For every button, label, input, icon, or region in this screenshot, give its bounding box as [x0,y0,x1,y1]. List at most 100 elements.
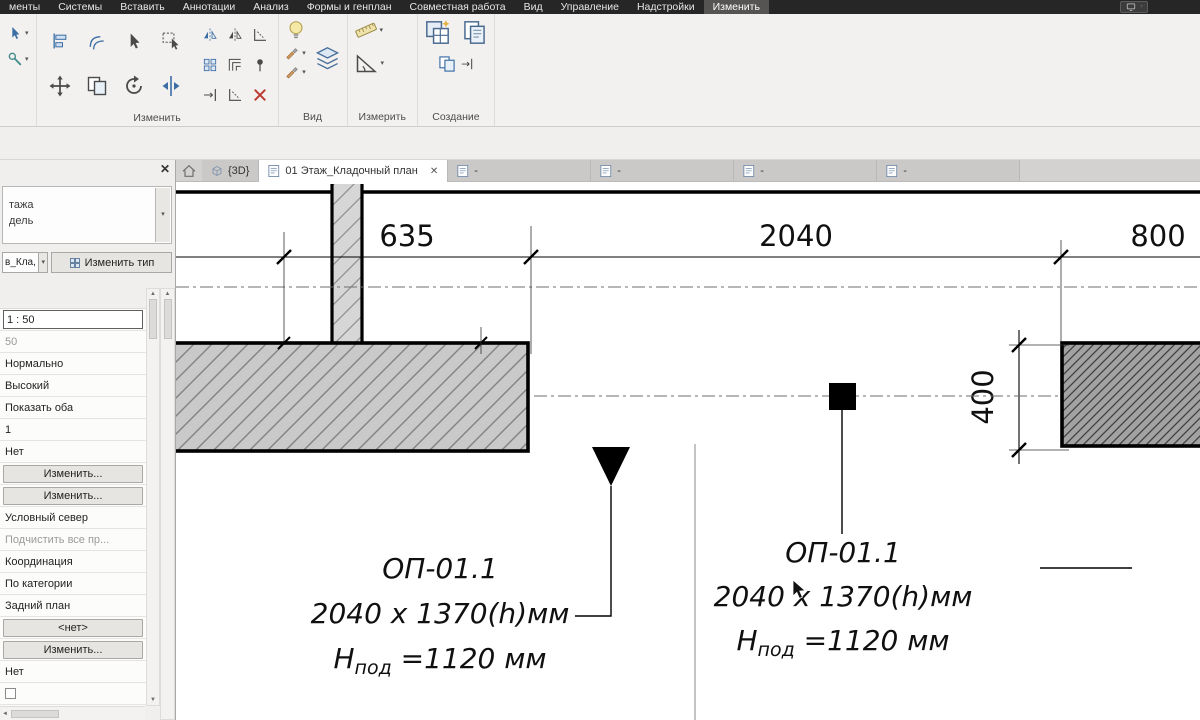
align-button[interactable] [49,30,71,52]
view-tab[interactable]: - [591,160,735,181]
cut-profile-button[interactable] [313,44,342,73]
property-row[interactable]: Нет [0,661,146,683]
view-tab[interactable]: - [877,160,1021,181]
create-similar-button[interactable] [436,53,475,75]
property-button[interactable]: Изменить... [3,464,143,483]
property-row[interactable] [0,683,146,705]
dim-text-2040[interactable]: 2040 [759,219,833,253]
ribbon-tab[interactable]: Вид [515,0,552,14]
property-row[interactable]: <нет> [0,617,146,639]
drawing-canvas[interactable]: 635 2040 800 400 ОП-01.1 2040 x 1370(h)м… [176,182,1200,720]
window-tag-left[interactable]: ОП-01.1 2040 x 1370(h)мм Нпод =1120 мм [311,552,570,679]
offset-button[interactable] [86,30,108,52]
scrollbar-thumb[interactable] [149,299,157,339]
property-row[interactable]: 1 [0,419,146,441]
property-row[interactable]: Высокий [0,375,146,397]
property-row[interactable]: Координация [0,551,146,573]
ribbon-tab[interactable]: Аннотации [174,0,245,14]
property-row[interactable]: 50 [0,331,146,353]
ribbon-tab[interactable]: Надстройки [628,0,704,14]
dim-text-400[interactable]: 400 [966,369,1000,424]
select-tool-button[interactable]: ▾ [5,24,31,42]
property-row[interactable]: Нет [0,441,146,463]
dim-text-800[interactable]: 800 [1130,219,1185,253]
ribbon-tab[interactable]: Совместная работа [401,0,515,14]
scrollbar-thumb[interactable] [10,709,59,718]
home-button[interactable] [176,160,202,181]
view-tab[interactable]: - [448,160,592,181]
ribbon-tab[interactable]: Формы и генплан [298,0,401,14]
property-checkbox[interactable] [5,688,16,699]
property-row[interactable]: Изменить... [0,639,146,661]
property-row[interactable]: Изменить... [0,485,146,507]
angle-dimension-button[interactable]: ▾ [353,50,386,76]
trim-extend-button[interactable] [201,86,219,104]
horizontal-scrollbar[interactable]: ◄ [0,706,145,720]
property-row[interactable]: Условный север [0,507,146,529]
column-section[interactable] [330,184,364,344]
close-view-icon[interactable]: ✕ [430,166,438,177]
trim-corner-button[interactable] [226,86,244,104]
property-row[interactable]: Показать оба [0,397,146,419]
right-wall[interactable] [1060,341,1200,448]
filter-combo[interactable]: в_Кла, ▾ [2,252,48,273]
scrollbar-thumb[interactable] [163,299,172,339]
property-input[interactable]: 1 : 50 [3,310,143,329]
cut-button[interactable] [251,26,269,44]
split-button[interactable] [158,73,184,99]
paint-button[interactable]: ▾ [284,64,307,80]
scroll-left-icon[interactable]: ◄ [2,711,8,717]
delete-button[interactable] [251,86,269,104]
property-row[interactable]: Задний план [0,595,146,617]
ribbon-tab[interactable]: Изменить [703,0,769,14]
scroll-up-icon[interactable]: ▲ [150,291,156,297]
property-button[interactable]: <нет> [3,618,143,637]
mirror-axis-button[interactable] [226,26,244,44]
edit-type-button[interactable]: Изменить тип [51,252,172,273]
linework-button[interactable]: ▾ [284,45,307,61]
dimension-400[interactable]: 400 [966,330,1069,464]
type-selector[interactable]: тажа дель ▾ [2,186,172,244]
floor-plan-view[interactable]: 635 2040 800 400 ОП-01.1 2040 x 1370(h)м… [176,182,1200,720]
dimension-string-top[interactable] [176,226,1200,354]
duplicate-view-button[interactable] [460,18,489,47]
property-row[interactable]: Подчистить все пр... [0,529,146,551]
legend-component-button[interactable] [423,18,452,47]
array-button[interactable] [201,56,219,74]
display-options-button[interactable]: ▾ [1119,1,1148,13]
measure-button[interactable]: ▾ [354,18,385,42]
left-wall[interactable] [176,341,530,453]
property-row[interactable]: 1 : 50 [0,309,146,331]
scroll-down-icon[interactable]: ▼ [150,697,156,703]
panel-scrollbar[interactable]: ▲ [160,288,175,720]
scale-button[interactable] [226,56,244,74]
caret-down-icon[interactable]: ▾ [155,188,170,242]
window-tag-marker-square[interactable] [829,383,856,534]
ribbon-tab[interactable]: Вставить [111,0,174,14]
dim-text-635[interactable]: 635 [379,219,434,253]
modify-tool-button[interactable]: ▾ [5,50,31,68]
view-tab[interactable]: - [734,160,878,181]
ribbon-tab[interactable]: Управление [552,0,628,14]
reveal-hidden-button[interactable] [284,18,308,42]
select-button[interactable] [123,30,145,52]
move-button[interactable] [47,73,73,99]
view-tab[interactable]: 01 Этаж_Кладочный план ✕ [259,160,449,182]
scroll-up-icon[interactable]: ▲ [165,291,171,297]
mirror-button[interactable] [201,26,219,44]
property-row[interactable]: Нормально [0,353,146,375]
rotate-button[interactable] [121,73,147,99]
window-tag-marker-triangle[interactable] [575,447,630,617]
pin-button[interactable] [251,56,269,74]
grid-scrollbar[interactable]: ▲ ▼ [146,288,160,706]
view-tab[interactable]: {3D} [202,160,260,181]
copy-button[interactable] [84,73,110,99]
ribbon-tab[interactable]: Системы [49,0,111,14]
ribbon-tab[interactable]: Анализ [244,0,297,14]
property-button[interactable]: Изменить... [3,486,143,505]
window-tag-right[interactable]: ОП-01.1 2040 x 1370(h)мм Нпод =1120 мм [714,536,973,661]
close-panel-icon[interactable]: ✕ [160,162,170,176]
property-row[interactable]: Изменить... [0,463,146,485]
property-button[interactable]: Изменить... [3,640,143,659]
select-region-button[interactable] [160,30,182,52]
